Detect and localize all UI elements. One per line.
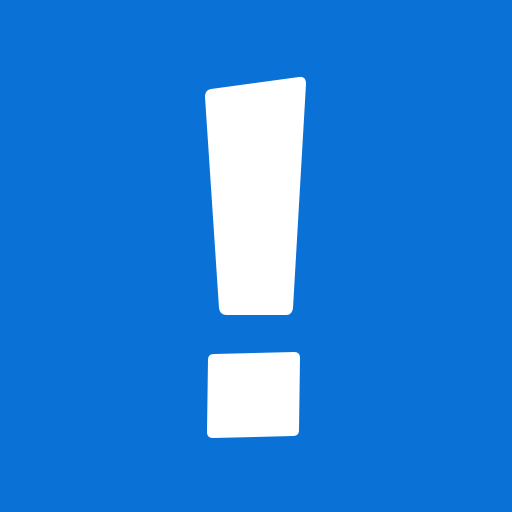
- app-icon: [0, 0, 512, 512]
- exclamation-dot: [207, 352, 300, 438]
- exclamation-mark-icon: [0, 0, 512, 512]
- exclamation-stem: [205, 76, 306, 315]
